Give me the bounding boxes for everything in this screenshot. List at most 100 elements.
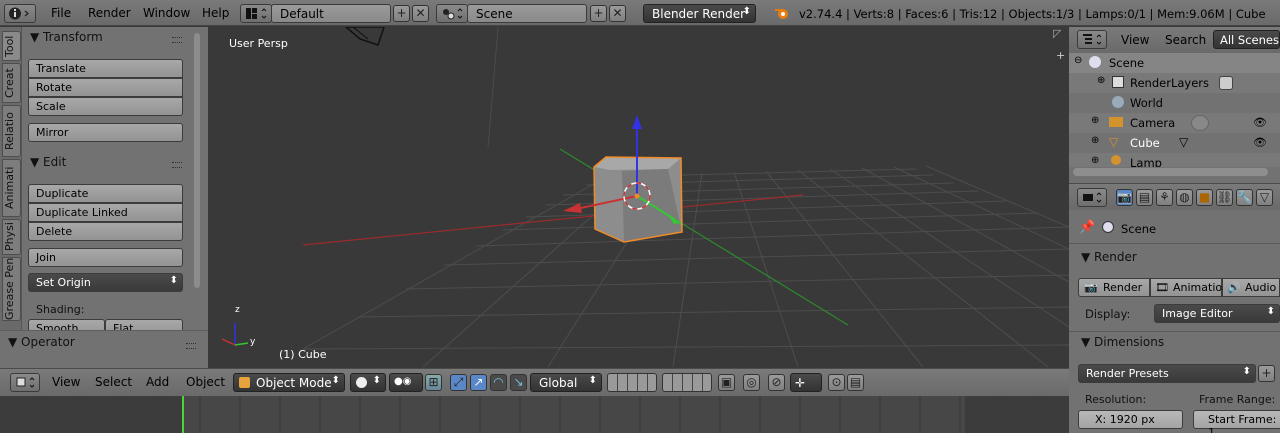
- editor-type-button[interactable]: [10, 373, 40, 392]
- scene-browse-button[interactable]: [436, 4, 468, 23]
- mirror-button[interactable]: Mirror: [28, 123, 183, 142]
- layer-buttons-group-2[interactable]: [662, 373, 712, 392]
- display-select[interactable]: Image Editor ⬍: [1154, 304, 1280, 323]
- tab-animation[interactable]: Animati: [2, 159, 21, 217]
- translate-manipulator-icon[interactable]: ↗: [470, 374, 487, 391]
- tab-tool[interactable]: Tool: [2, 31, 21, 61]
- scene-name-field[interactable]: Scene: [467, 4, 587, 23]
- audio-button[interactable]: 🔊 Audio: [1222, 278, 1280, 297]
- opengl-animation-icon[interactable]: ▤: [847, 374, 864, 391]
- tab-relations[interactable]: Relatio: [2, 105, 21, 157]
- resolution-x-field[interactable]: X: 1920 px: [1078, 410, 1183, 429]
- rotate-manipulator-icon[interactable]: ◠: [490, 374, 507, 391]
- animation-button[interactable]: 🎞 Animation: [1150, 278, 1229, 297]
- constraints-tab-icon[interactable]: ⛓: [1216, 189, 1233, 206]
- add-preset-button[interactable]: +: [1258, 365, 1275, 382]
- viewport-shading-select[interactable]: ⬍: [350, 373, 386, 392]
- transform-orientation-select[interactable]: Global ⬍: [530, 373, 602, 392]
- operator-panel-title[interactable]: ▼ Operator: [8, 335, 75, 349]
- layout-name-field[interactable]: Default: [271, 4, 391, 23]
- menu-view[interactable]: View: [52, 375, 80, 389]
- transform-panel-title[interactable]: ▼ Transform: [30, 30, 103, 44]
- object-tab-icon[interactable]: ■: [1196, 189, 1213, 206]
- manipulator-only-toggle[interactable]: ⊞: [425, 374, 442, 391]
- outliner-row-scene[interactable]: ⊖ Scene: [1069, 53, 1280, 73]
- visibility-eye-icon[interactable]: 👁: [1253, 116, 1267, 129]
- opengl-render-icon[interactable]: ⊙: [828, 374, 845, 391]
- remove-layout-button[interactable]: ✕: [412, 5, 429, 22]
- pivot-point-select[interactable]: ●◉: [389, 373, 423, 392]
- panel-grip-icon[interactable]: [186, 343, 196, 349]
- editor-type-button[interactable]: [4, 4, 36, 23]
- expand-icon[interactable]: ⊕: [1091, 155, 1099, 166]
- duplicate-linked-button[interactable]: Duplicate Linked: [28, 203, 183, 222]
- expand-icon[interactable]: ⊕: [1091, 115, 1099, 126]
- tab-create[interactable]: Creat: [2, 63, 21, 103]
- panel-grip-icon[interactable]: [172, 37, 182, 43]
- menu-help[interactable]: Help: [202, 6, 229, 20]
- set-origin-menu[interactable]: Set Origin ⬍: [28, 273, 183, 292]
- outliner-row-world[interactable]: World: [1069, 93, 1280, 113]
- render-layers-tab-icon[interactable]: ▤: [1136, 189, 1153, 206]
- render-tab-icon[interactable]: 📷: [1116, 189, 1133, 206]
- add-scene-button[interactable]: +: [590, 5, 607, 22]
- manipulator-toggle[interactable]: ⤢: [450, 374, 467, 391]
- interaction-mode-select[interactable]: Object Mode ⬍: [233, 373, 345, 392]
- timeline-area[interactable]: [0, 396, 1069, 433]
- delete-button[interactable]: Delete: [28, 222, 183, 241]
- outliner-scrollbar[interactable]: [1073, 168, 1268, 176]
- render-button[interactable]: 📷 Render: [1078, 278, 1150, 297]
- pin-icon[interactable]: 📌: [1079, 220, 1095, 235]
- dimensions-panel-title[interactable]: ▼ Dimensions: [1081, 335, 1164, 349]
- panel-grip-icon[interactable]: [172, 162, 182, 168]
- editor-type-button[interactable]: [1077, 30, 1107, 49]
- scene-tab-icon[interactable]: ⚘: [1156, 189, 1173, 206]
- layout-browse-button[interactable]: [240, 4, 272, 23]
- outliner-menu-search[interactable]: Search: [1165, 33, 1206, 47]
- snap-element-select[interactable]: ✛: [790, 373, 822, 392]
- outliner-row-lamp[interactable]: ⊕ Lamp: [1069, 153, 1280, 167]
- expand-icon[interactable]: ⊕: [1097, 75, 1105, 86]
- area-split-corner[interactable]: ◸: [1053, 27, 1065, 40]
- join-button[interactable]: Join: [28, 248, 183, 267]
- tab-grease-pencil[interactable]: Grease Pen: [2, 257, 21, 321]
- outliner-row-cube[interactable]: ⊕ ▽ Cube ▽ 👁: [1069, 133, 1280, 153]
- visibility-eye-icon[interactable]: 👁: [1253, 136, 1267, 149]
- scale-button[interactable]: Scale: [28, 97, 183, 116]
- properties-toggle-icon[interactable]: +: [1056, 49, 1068, 62]
- menu-render[interactable]: Render: [88, 6, 131, 20]
- render-presets-select[interactable]: Render Presets ⬍: [1078, 364, 1256, 383]
- data-tab-icon[interactable]: ▽: [1256, 189, 1273, 206]
- display-mode-select[interactable]: All Scenes: [1213, 30, 1280, 49]
- render-engine-select[interactable]: Blender Render ⬍: [643, 4, 756, 23]
- lock-camera-layers-icon[interactable]: ▣: [718, 374, 735, 391]
- add-layout-button[interactable]: +: [393, 5, 410, 22]
- duplicate-button[interactable]: Duplicate: [28, 184, 183, 203]
- 3d-viewport[interactable]: User Persp (1) Cube z y ◸ +: [208, 27, 1069, 367]
- menu-window[interactable]: Window: [143, 6, 190, 20]
- menu-select[interactable]: Select: [95, 375, 132, 389]
- menu-object[interactable]: Object: [186, 375, 225, 389]
- menu-add[interactable]: Add: [146, 375, 169, 389]
- world-tab-icon[interactable]: ◍: [1176, 189, 1193, 206]
- expand-icon[interactable]: ⊕: [1091, 135, 1099, 146]
- scale-manipulator-icon[interactable]: ↘: [510, 374, 527, 391]
- rotate-button[interactable]: Rotate: [28, 78, 183, 97]
- editor-type-button[interactable]: [1077, 188, 1107, 207]
- start-frame-field[interactable]: Start Frame: 1: [1193, 410, 1280, 433]
- outliner-menu-view[interactable]: View: [1121, 33, 1149, 47]
- snap-toggle-icon[interactable]: ⊘: [768, 374, 785, 391]
- tool-shelf-scrollbar[interactable]: [194, 33, 200, 288]
- tab-physics[interactable]: Physi: [2, 219, 21, 255]
- modifiers-tab-icon[interactable]: 🔧: [1236, 189, 1253, 206]
- translate-button[interactable]: Translate: [28, 59, 183, 78]
- menu-file[interactable]: File: [51, 6, 71, 20]
- outliner-row-camera[interactable]: ⊕ Camera 👁: [1069, 113, 1280, 133]
- proportional-edit-icon[interactable]: ◎: [743, 374, 760, 391]
- edit-panel-title[interactable]: ▼ Edit: [30, 155, 66, 169]
- render-panel-title[interactable]: ▼ Render: [1081, 250, 1137, 264]
- remove-scene-button[interactable]: ✕: [609, 5, 626, 22]
- collapse-icon[interactable]: ⊖: [1074, 55, 1082, 66]
- outliner-row-renderlayers[interactable]: ⊕ RenderLayers: [1069, 73, 1280, 93]
- layer-buttons-group-1[interactable]: [607, 373, 657, 392]
